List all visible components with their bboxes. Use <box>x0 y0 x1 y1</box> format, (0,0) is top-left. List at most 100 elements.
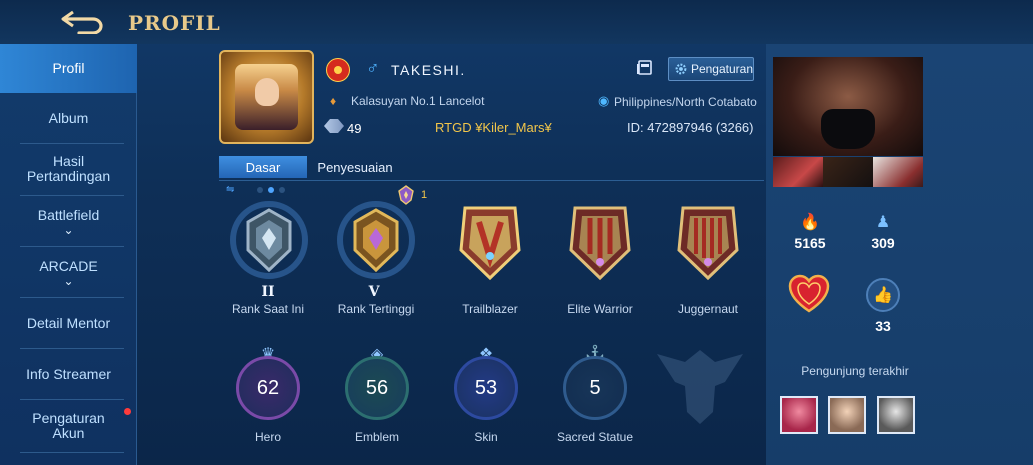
bolt-icon: ⇋ <box>226 184 235 195</box>
tab-penyesuaian[interactable]: Penyesuaian <box>307 156 403 178</box>
player-level: 49 <box>347 121 362 136</box>
chevron-down-icon: ⌄ <box>63 273 74 288</box>
page-dot <box>268 186 275 193</box>
sidebar-divider <box>20 297 124 298</box>
photo-thumbnail[interactable] <box>823 157 873 187</box>
visitor-avatar[interactable] <box>828 396 866 434</box>
page-title: PROFIL <box>128 11 221 35</box>
sacred-statue-count: 5 <box>589 376 601 399</box>
tab-dasar[interactable]: Dasar <box>219 156 307 178</box>
male-icon: ♂ <box>366 58 380 78</box>
visitor-avatar[interactable] <box>780 396 818 434</box>
sidebar-divider <box>20 452 124 453</box>
like-button[interactable]: 👍 <box>866 278 900 312</box>
sidebar-item-profil[interactable]: Profil <box>0 44 137 93</box>
hero-label: Hero <box>254 430 281 444</box>
tab-label: Penyesuaian <box>317 159 393 175</box>
elite-warrior-badge-icon <box>569 206 631 281</box>
emblem-label: Emblem <box>354 430 399 444</box>
juggernaut-badge[interactable] <box>663 198 753 288</box>
avatar[interactable] <box>219 50 314 144</box>
sacred-statue-label: Sacred Statue <box>556 430 634 444</box>
tab-label: Dasar <box>245 159 281 175</box>
card-icon <box>637 60 652 75</box>
page-dot <box>279 186 286 193</box>
highest-rank-medal[interactable] <box>331 198 421 288</box>
sidebar-item-label: Profil <box>52 60 85 76</box>
photo-thumbnail[interactable] <box>773 157 823 187</box>
emblem-stat[interactable]: 56 <box>345 356 409 420</box>
juggernaut-badge-icon <box>677 206 739 281</box>
back-button[interactable] <box>58 6 108 36</box>
avatar-face <box>255 78 279 106</box>
settings-button[interactable]: Pengaturan <box>668 57 754 81</box>
likes-value: 33 <box>875 318 891 334</box>
current-rank-label: Rank Saat Ini <box>231 302 305 316</box>
location-pin-icon: ◉ <box>598 93 610 108</box>
trailblazer-label: Trailblazer <box>462 302 518 316</box>
popularity-value: 5165 <box>794 235 826 251</box>
north-macedonia-flag-icon <box>326 58 350 82</box>
profile-photo[interactable] <box>773 57 923 156</box>
sidebar-item-label: Pengaturan Akun <box>32 410 105 441</box>
photo-thumbnail[interactable] <box>873 157 923 187</box>
followers-icon: ♟ <box>875 214 891 231</box>
sidebar: Profil Album Hasil Pertandingan Battlefi… <box>0 44 137 465</box>
highest-rank-medal-icon <box>337 201 415 279</box>
sidebar-divider <box>20 399 124 400</box>
level-wings-icon <box>324 119 344 133</box>
player-id: ID: 472897946 (3266) <box>627 120 754 135</box>
player-location: Philippines/North Cotabato <box>614 95 757 109</box>
photo-mask <box>821 109 875 149</box>
current-rank-tier: II <box>261 284 275 300</box>
hero-stat[interactable]: 62 <box>236 356 300 420</box>
gear-icon <box>675 63 687 75</box>
page-dot <box>257 186 264 193</box>
current-rank-medal-icon <box>230 201 308 279</box>
sidebar-item-label: Detail Mentor <box>26 314 111 331</box>
sidebar-item-label: Battlefield <box>37 206 100 223</box>
avatar-portrait <box>235 64 298 130</box>
sidebar-item-pengaturan-akun[interactable]: Pengaturan Akun <box>0 401 137 451</box>
top-bar: PROFIL <box>0 0 1033 44</box>
chevron-down-icon: ⌄ <box>63 222 74 237</box>
sidebar-item-label: Hasil Pertandingan <box>26 153 111 184</box>
sidebar-divider <box>20 348 124 349</box>
sidebar-item-label: Info Streamer <box>26 365 111 382</box>
sidebar-item-album[interactable]: Album <box>0 94 137 142</box>
squad-name[interactable]: RTGD ¥Kiler_Mars¥ <box>435 120 552 135</box>
followers-value: 309 <box>871 235 895 251</box>
juggernaut-label: Juggernaut <box>677 302 739 316</box>
trailblazer-badge-icon <box>459 206 521 281</box>
sidebar-item-detail-mentor[interactable]: Detail Mentor <box>0 299 137 347</box>
sidebar-item-label: Album <box>48 109 89 126</box>
current-rank-medal[interactable] <box>224 198 314 288</box>
sidebar-item-hasil-pertandingan[interactable]: Hasil Pertandingan <box>0 144 137 194</box>
page-indicator: ⇋ <box>226 184 286 195</box>
trailblazer-badge[interactable] <box>445 198 535 288</box>
visitor-avatar[interactable] <box>877 396 915 434</box>
player-title: Kalasuyan No.1 Lancelot <box>351 94 485 108</box>
charisma-heart-icon[interactable] <box>788 273 830 315</box>
highest-rank-label: Rank Tertinggi <box>337 302 415 316</box>
notification-dot <box>124 408 131 415</box>
title-crown-icon: ♦ <box>330 94 337 108</box>
card-button[interactable] <box>636 59 654 77</box>
skin-stat[interactable]: 53 <box>454 356 518 420</box>
settings-label: Pengaturan <box>690 62 753 76</box>
sidebar-item-info-streamer[interactable]: Info Streamer <box>0 350 137 398</box>
skin-label: Skin <box>474 430 498 444</box>
sidebar-item-battlefield[interactable]: Battlefield ⌄ <box>0 197 137 245</box>
sidebar-item-arcade[interactable]: ARCADE ⌄ <box>0 248 137 296</box>
sidebar-divider <box>20 246 124 247</box>
sacred-statue-stat[interactable]: 5 <box>563 356 627 420</box>
sidebar-divider <box>20 195 124 196</box>
tabs-divider <box>219 180 764 181</box>
sidebar-item-label: ARCADE <box>39 257 98 274</box>
highest-rank-tier: V <box>368 284 380 300</box>
elite-warrior-badge[interactable] <box>555 198 645 288</box>
elite-warrior-label: Elite Warrior <box>567 302 633 316</box>
emblem-count: 56 <box>365 376 389 399</box>
back-arrow-icon <box>61 10 103 34</box>
winged-emblem-watermark-icon <box>657 350 743 424</box>
